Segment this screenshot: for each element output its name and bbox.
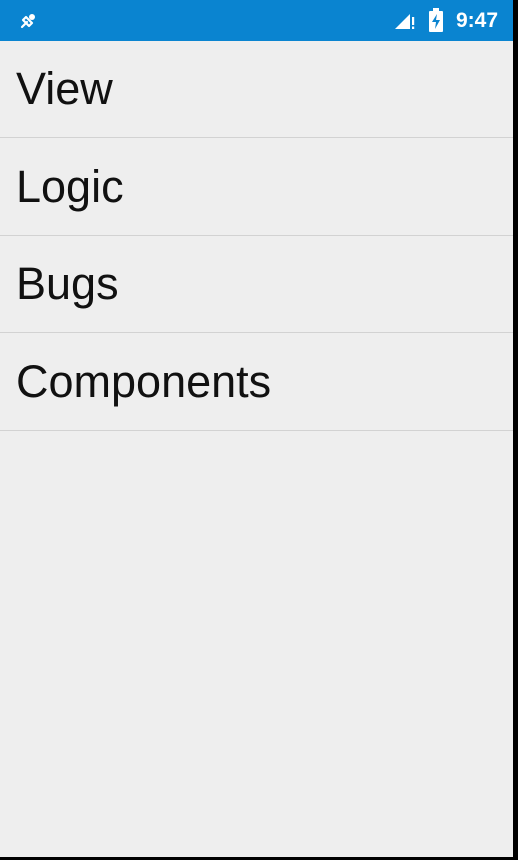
app-screen: 9:47 View Logic Bugs Components <box>0 0 513 857</box>
usb-debug-icon <box>20 14 35 29</box>
menu-item-label: Components <box>16 355 272 407</box>
menu-item-view[interactable]: View <box>0 41 513 138</box>
menu-item-logic[interactable]: Logic <box>0 138 513 236</box>
menu-item-label: Bugs <box>16 258 119 309</box>
menu-list: View Logic Bugs Components <box>0 41 513 431</box>
status-bar: 9:47 <box>0 0 513 41</box>
menu-item-label: View <box>16 63 113 114</box>
cell-signal-icon <box>395 14 415 29</box>
battery-charging-icon <box>429 8 443 32</box>
menu-item-bugs[interactable]: Bugs <box>0 236 513 333</box>
status-time: 9:47 <box>456 9 499 32</box>
menu-item-components[interactable]: Components <box>0 333 513 431</box>
menu-item-label: Logic <box>16 160 124 212</box>
